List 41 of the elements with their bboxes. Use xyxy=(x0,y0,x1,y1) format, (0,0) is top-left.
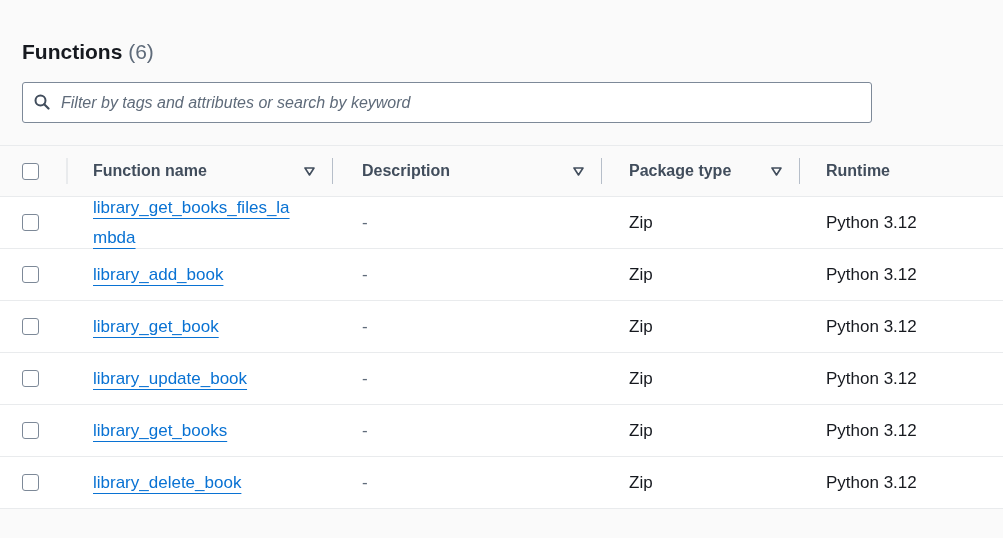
table-cell: Zip xyxy=(629,264,653,285)
column-header[interactable]: Function name xyxy=(93,162,304,180)
table-cell: Zip xyxy=(629,368,653,389)
table-cell: Python 3.12 xyxy=(826,368,917,389)
column-header[interactable]: Runtime xyxy=(826,162,1003,180)
row-checkbox[interactable] xyxy=(22,474,39,491)
function-link[interactable]: library_get_books xyxy=(93,415,228,446)
table-cell: Zip xyxy=(629,472,653,493)
row-checkbox[interactable] xyxy=(22,214,39,231)
table-cell: Python 3.12 xyxy=(826,316,917,337)
function-link[interactable]: library_update_book xyxy=(93,363,248,394)
row-checkbox[interactable] xyxy=(22,422,39,439)
select-all-checkbox[interactable] xyxy=(22,162,39,180)
row-checkbox[interactable] xyxy=(22,318,39,335)
table-cell: Python 3.12 xyxy=(826,420,917,441)
function-link[interactable]: library_delete_book xyxy=(93,467,242,498)
function-count: (6) xyxy=(128,40,154,63)
row-checkbox[interactable] xyxy=(22,370,39,387)
function-link[interactable]: library_add_book xyxy=(93,259,224,290)
table-cell: Zip xyxy=(629,316,653,337)
panel-title: Functions xyxy=(22,40,123,63)
table-cell: - xyxy=(362,316,368,337)
table-cell: - xyxy=(362,368,368,389)
table-cell: - xyxy=(362,420,368,441)
sort-icon[interactable] xyxy=(572,166,584,176)
function-link[interactable]: library_get_book xyxy=(93,311,219,342)
search-field[interactable]: Filter by tags and attributes or search by keyword xyxy=(22,82,872,123)
sort-icon[interactable] xyxy=(303,166,315,176)
sort-icon[interactable] xyxy=(770,166,782,176)
table-cell: Python 3.12 xyxy=(826,212,917,233)
table-cell: - xyxy=(362,264,368,285)
row-checkbox[interactable] xyxy=(22,266,39,283)
table-cell: Zip xyxy=(629,420,653,441)
table-cell: Python 3.12 xyxy=(826,264,917,285)
column-header[interactable]: Package type xyxy=(629,162,771,180)
column-header[interactable]: Description xyxy=(362,162,573,180)
table-cell: Zip xyxy=(629,212,653,233)
table-cell: - xyxy=(362,212,368,233)
table-cell: Python 3.12 xyxy=(826,472,917,493)
table-cell: - xyxy=(362,472,368,493)
search-icon xyxy=(34,94,50,110)
